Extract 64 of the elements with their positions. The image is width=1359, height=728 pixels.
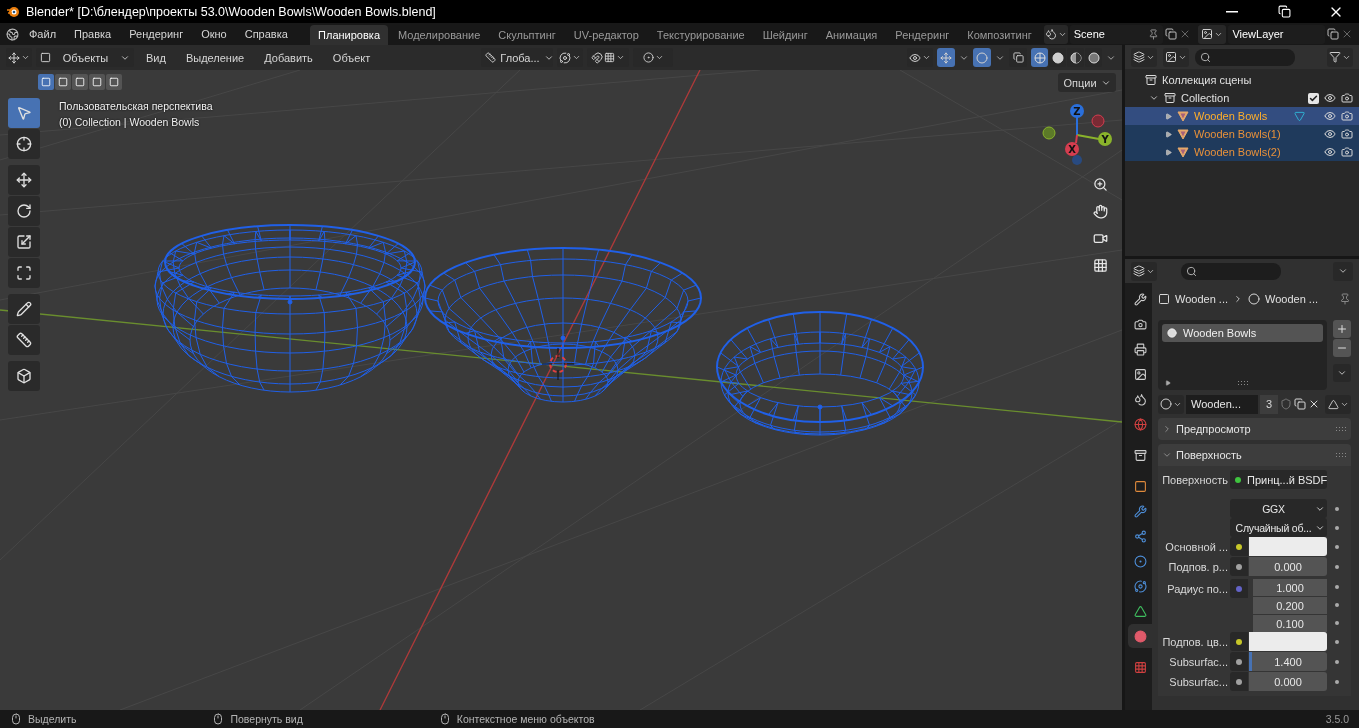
material-name-field[interactable]: Wooden... <box>1186 394 1258 414</box>
menu-item[interactable]: Справка <box>236 24 296 44</box>
menu-item[interactable]: Рендеринг <box>121 24 192 44</box>
orientation-dropdown[interactable]: Глоба... <box>481 48 554 67</box>
tree-row[interactable]: Wooden Bowls <box>1125 107 1359 125</box>
field-label: Подпов. р... <box>1167 560 1228 575</box>
version-text: 3.5.0 <box>1325 713 1349 725</box>
workspace-tab[interactable]: Скульптинг <box>490 25 564 45</box>
menu-item[interactable]: Вид <box>138 47 174 68</box>
shader-link-field[interactable]: Принц...й BSDF <box>1230 470 1327 489</box>
window-title: Blender* [D:\блендер\проекты 53.0\Wooden Bowls\Wooden Bowls.blend] <box>26 4 437 19</box>
number-field[interactable]: 1.400 <box>1249 652 1327 671</box>
menu-item[interactable]: Окно <box>193 24 235 44</box>
tree-row[interactable]: Wooden Bowls(2) <box>1125 143 1359 161</box>
field-label: Подпов. цв... <box>1161 635 1228 650</box>
breadcrumb: Wooden ... <box>1265 293 1318 305</box>
breadcrumb: Wooden ... <box>1175 293 1228 305</box>
workspace-tab[interactable]: Композитинг <box>959 25 1040 45</box>
number-field[interactable]: 0.000 <box>1249 557 1327 576</box>
number-field[interactable]: 0.100 <box>1253 615 1327 632</box>
tree-item-label: Wooden Bowls(2) <box>1194 146 1282 158</box>
workspace-tab[interactable]: Анимация <box>817 25 886 45</box>
workspace-tab[interactable]: Текстурирование <box>648 25 753 45</box>
mode-dropdown[interactable]: Объекты <box>36 48 134 67</box>
axis-handle[interactable]: Y <box>1098 132 1112 146</box>
field-label: Subsurfac... <box>1168 675 1228 690</box>
status-hint: Выделить <box>28 713 77 725</box>
menu-item[interactable]: Правка <box>66 24 120 44</box>
view-layer-field[interactable]: ViewLayer <box>1228 24 1325 44</box>
tree-item-label: Wooden Bowls <box>1194 110 1269 122</box>
menu-item[interactable]: Файл <box>21 24 65 44</box>
workspace-tab[interactable]: Моделирование <box>390 25 489 45</box>
menu-item[interactable]: Выделение <box>177 47 253 68</box>
number-field[interactable]: 0.000 <box>1249 672 1327 691</box>
number-field[interactable]: 0.200 <box>1253 597 1327 614</box>
tree-item-label: Коллекция сцены <box>1162 74 1253 86</box>
dropdown-field[interactable]: Случайный об... <box>1230 518 1327 537</box>
workspace-tab[interactable]: Шейдинг <box>754 25 816 45</box>
workspace-tab[interactable]: Планировка <box>310 25 388 45</box>
tree-row[interactable]: Wooden Bowls(1) <box>1125 125 1359 143</box>
view-name: Пользовательская перспектива <box>59 100 213 112</box>
user-count[interactable]: 3 <box>1260 394 1278 414</box>
menu-item[interactable]: Объект <box>324 47 379 68</box>
tree-item-label[interactable]: Collection <box>1181 92 1303 104</box>
status-hint: Повернуть вид <box>230 713 303 725</box>
scene-field[interactable]: Scene <box>1069 24 1163 44</box>
field-label: Subsurfac... <box>1168 655 1228 670</box>
axis-handle[interactable]: X <box>1065 142 1079 156</box>
workspace-tab[interactable]: Рендеринг <box>887 25 958 45</box>
context-text: (0) Collection | Wooden Bowls <box>59 116 201 128</box>
axis-handle[interactable]: Z <box>1070 104 1084 118</box>
number-field[interactable]: 1.000 <box>1253 579 1327 596</box>
status-hint: Контекстное меню объектов <box>456 713 595 725</box>
tree-item-label: Wooden Bowls(1) <box>1194 128 1282 140</box>
menu-item[interactable]: Добавить <box>256 47 321 68</box>
panel-header[interactable]: Предпросмотр <box>1158 418 1351 440</box>
dropdown-field[interactable]: GGX <box>1230 499 1327 518</box>
field-label: Основной ... <box>1164 540 1228 555</box>
workspace-tab[interactable]: UV-редактор <box>565 25 647 45</box>
panel-header[interactable]: Поверхность <box>1158 444 1351 466</box>
field-label: Поверхность <box>1161 473 1228 488</box>
material-slot[interactable]: Wooden Bowls <box>1162 324 1323 342</box>
options-dropdown[interactable]: Опции <box>1058 73 1116 92</box>
field-label: Радиус по... <box>1166 582 1228 597</box>
